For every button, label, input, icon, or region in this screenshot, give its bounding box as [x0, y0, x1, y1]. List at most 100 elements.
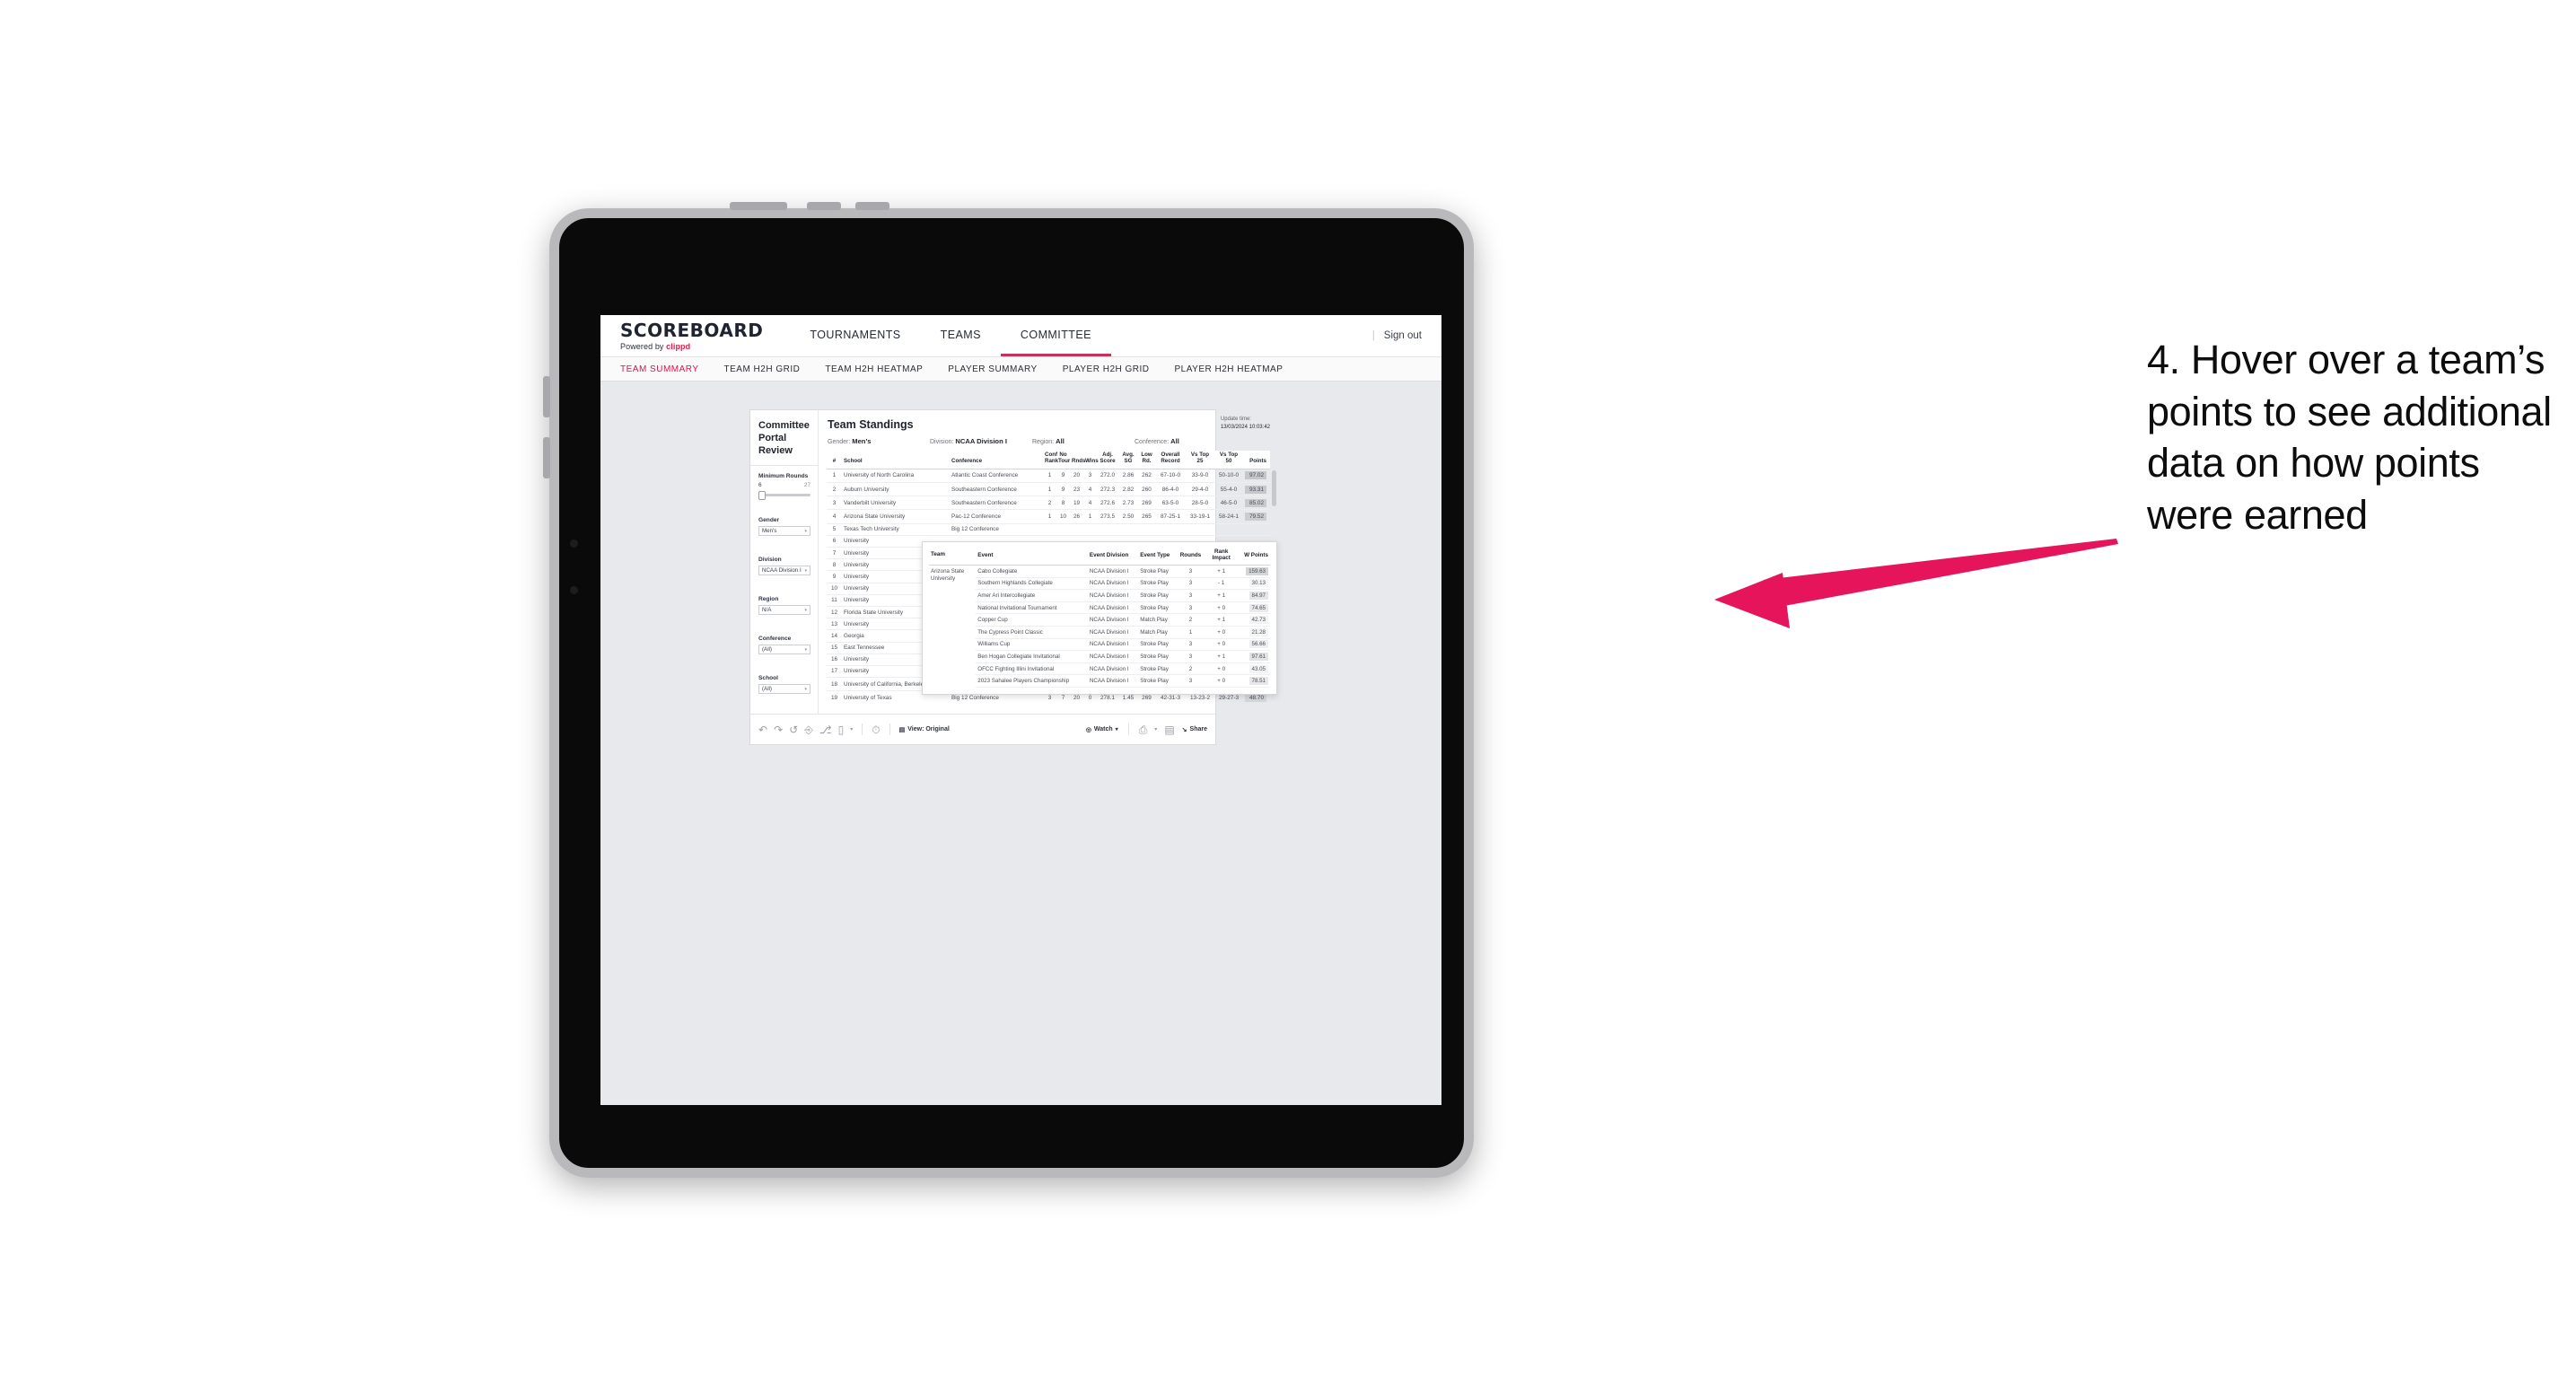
table-cell: 67-10-0	[1155, 469, 1186, 484]
revert-icon[interactable]: ↺	[789, 724, 798, 735]
filter-school[interactable]: School (All) ▾	[758, 675, 810, 695]
col-rank[interactable]: #	[827, 451, 842, 469]
app-header-right: | Sign out	[1372, 330, 1422, 341]
slider-track[interactable]	[758, 490, 810, 500]
toolbar-divider-3	[1127, 724, 1129, 735]
undo-icon[interactable]: ↶	[758, 724, 767, 735]
table-cell	[1083, 523, 1097, 536]
tab-team-summary[interactable]: TEAM SUMMARY	[620, 364, 699, 374]
filter-region[interactable]: Region N/A ▾	[758, 596, 810, 616]
pause-icon[interactable]: ⎇	[819, 724, 832, 735]
select-division[interactable]: NCAA Division I ▾	[758, 566, 810, 576]
table-cell: 262	[1138, 469, 1155, 484]
col-rnds[interactable]: Rnds	[1070, 451, 1085, 469]
tooltip-col-event-division: Event Division	[1087, 547, 1139, 566]
tooltip-cell-points: 74.65	[1239, 601, 1270, 615]
select-gender[interactable]: Men's ▾	[758, 526, 810, 537]
filter-division[interactable]: Division NCAA Division I ▾	[758, 557, 810, 576]
clock-icon[interactable]: ⏱	[872, 724, 880, 735]
table-row[interactable]: 4 Arizona State University Pac-12 Conferen…	[827, 509, 1270, 524]
filter-gender[interactable]: Gender Men's ▾	[758, 517, 810, 537]
tooltip-cell-division: NCAA Division I	[1087, 577, 1139, 591]
filter-minimum-rounds[interactable]: Minimum Rounds 6 27	[758, 473, 810, 500]
filter-conference[interactable]: Conference (All) ▾	[758, 636, 810, 655]
table-cell: 14	[827, 629, 842, 643]
tab-player-h2h-grid[interactable]: PLAYER H2H GRID	[1063, 364, 1150, 374]
share-button[interactable]: ↘ Share	[1182, 726, 1207, 733]
table-cell: 20	[1070, 469, 1083, 484]
col-adj-score[interactable]: Adj. Score	[1097, 451, 1118, 469]
tooltip-cell-division: NCAA Division I	[1087, 601, 1139, 615]
nav-item-tournaments[interactable]: TOURNAMENTS	[790, 315, 920, 356]
refresh-icon[interactable]: ⎆	[804, 724, 813, 735]
col-wins[interactable]: Wins	[1083, 451, 1099, 469]
table-row[interactable]: 2 Auburn University Southeastern Conferenc…	[827, 482, 1270, 497]
table-cell: 28-5-0	[1186, 496, 1214, 511]
filter-sidebar: Committee Portal Review Minimum Rounds 6…	[750, 410, 819, 714]
tooltip-row: Ben Hogan Collegiate Invitational NCAA Di…	[929, 650, 1270, 663]
col-vs-top-50[interactable]: Vs Top 50	[1214, 451, 1243, 469]
table-cell	[1056, 523, 1070, 536]
view-original-button[interactable]: ▤ View: Original	[899, 726, 950, 733]
tooltip-cell-event: Copper Cup	[976, 613, 1088, 627]
cell-points[interactable]: 97.02	[1243, 469, 1270, 484]
select-conference[interactable]: (All) ▾	[758, 645, 810, 655]
col-no-tour[interactable]: No Tour	[1056, 451, 1070, 469]
chevron-down-icon: ▾	[804, 528, 807, 534]
tooltip-col-event: Event	[976, 547, 1088, 566]
col-low-rd[interactable]: Low Rd.	[1138, 451, 1155, 469]
table-cell: University of North Carolina	[842, 469, 950, 484]
sign-out-link[interactable]: Sign out	[1384, 330, 1422, 341]
chevron-down-icon: ▾	[804, 567, 807, 574]
tab-team-h2h-grid[interactable]: TEAM H2H GRID	[724, 364, 801, 374]
col-conference[interactable]: Conference	[950, 451, 1043, 469]
chevron-down-icon: ▾	[804, 607, 807, 613]
tooltip-cell-points: 84.97	[1239, 589, 1270, 602]
tooltip-cell-event: OFCC Fighting Illini Invitational	[976, 662, 1088, 676]
tab-team-h2h-heatmap[interactable]: TEAM H2H HEATMAP	[825, 364, 923, 374]
chevron-down-icon[interactable]: ▾	[1154, 727, 1157, 732]
nav-item-committee[interactable]: COMMITTEE	[1000, 315, 1111, 356]
col-school[interactable]: School	[842, 451, 950, 469]
table-row[interactable]: 1 University of North Carolina Atlantic Co…	[827, 469, 1270, 484]
table-row[interactable]: 3 Vanderbilt University Southeastern Confe…	[827, 496, 1270, 511]
download-icon[interactable]: ⎙	[1139, 724, 1148, 735]
tab-player-summary[interactable]: PLAYER SUMMARY	[948, 364, 1037, 374]
tooltip-points-value: 84.97	[1249, 591, 1268, 600]
fullscreen-icon[interactable]: ▤	[1164, 724, 1174, 735]
table-cell: 3	[827, 496, 842, 511]
app-logo[interactable]: SCOREBOARD Powered by clippd	[620, 321, 763, 351]
device-preview-icon[interactable]: ▯	[838, 724, 845, 735]
meta-division: Division: NCAA Division I	[930, 437, 1032, 445]
tab-player-h2h-heatmap[interactable]: PLAYER H2H HEATMAP	[1175, 364, 1284, 374]
tooltip-cell-type: Stroke Play	[1138, 638, 1178, 652]
col-overall-record[interactable]: Overall Record	[1155, 451, 1186, 469]
tablet-device: SCOREBOARD Powered by clippd TOURNAMENTS…	[543, 202, 1474, 1178]
select-school[interactable]: (All) ▾	[758, 684, 810, 695]
table-cell	[1070, 523, 1083, 536]
slider-handle[interactable]	[758, 490, 766, 500]
cell-points[interactable]: 79.52	[1243, 509, 1270, 524]
tooltip-cell-division: NCAA Division I	[1087, 589, 1139, 602]
vertical-scrollbar[interactable]	[1272, 470, 1276, 506]
cell-points[interactable]	[1243, 523, 1270, 536]
toolbar-divider-2	[889, 724, 890, 735]
watch-button[interactable]: ◎ Watch ▾	[1086, 726, 1118, 733]
col-vs-top-25[interactable]: Vs Top 25	[1186, 451, 1214, 469]
standings-header-row: # School Conference Conf Rank No Tour Rnds…	[827, 451, 1270, 469]
redo-icon[interactable]: ↷	[774, 724, 783, 735]
col-points[interactable]: Points	[1243, 451, 1270, 469]
col-avg-sg[interactable]: Avg. SG	[1118, 451, 1138, 469]
table-row[interactable]: 5 Texas Tech University Big 12 Conference	[827, 523, 1270, 536]
watch-icon: ◎	[1085, 726, 1091, 733]
meta-region-label: Region:	[1032, 439, 1055, 445]
tooltip-points-value: 30.13	[1249, 579, 1268, 588]
nav-item-teams[interactable]: TEAMS	[921, 315, 1001, 356]
cell-points[interactable]: 93.31	[1243, 482, 1270, 497]
col-conf-rank[interactable]: Conf Rank	[1043, 451, 1058, 469]
cell-points[interactable]: 85.02	[1243, 496, 1270, 511]
chevron-down-icon[interactable]: ▾	[850, 727, 853, 732]
select-region[interactable]: N/A ▾	[758, 605, 810, 616]
tooltip-cell-points: 159.63	[1239, 565, 1270, 578]
app-viewport: SCOREBOARD Powered by clippd TOURNAMENTS…	[600, 315, 1441, 1105]
